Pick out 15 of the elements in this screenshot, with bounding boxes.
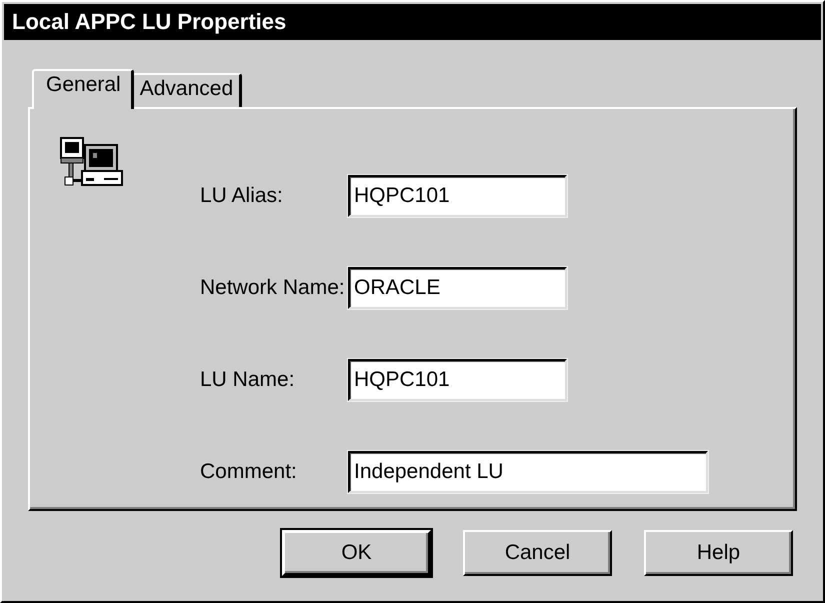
input-field[interactable]: HQPC101 [348,175,567,218]
input-field[interactable]: Independent LU [348,450,708,493]
field-label: Network Name: [200,276,346,300]
cancel-button[interactable]: Cancel [463,530,612,576]
field-label: Comment: [200,460,298,484]
help-button[interactable]: Help [644,530,793,576]
input-field[interactable]: HQPC101 [348,358,567,401]
computers-icon [60,137,124,187]
tab[interactable]: General [32,69,134,109]
field-label: LU Name: [200,368,296,392]
window-title: Local APPC LU Properties [4,4,821,40]
field-label: LU Alias: [200,184,284,208]
ok-button[interactable]: OK [282,530,431,576]
input-field[interactable]: ORACLE [348,267,567,310]
tab[interactable]: Advanced [132,73,242,107]
